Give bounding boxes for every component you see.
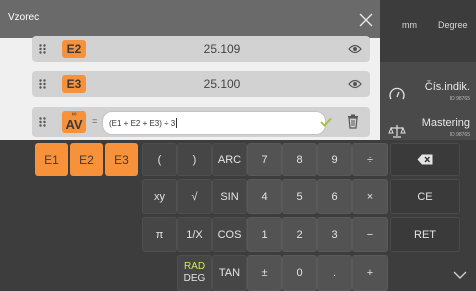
key-8[interactable]: 8	[282, 143, 317, 176]
feature-tag: E2	[62, 40, 86, 58]
formula-text: (E1 + E2 + E3) ÷ 3	[109, 119, 176, 128]
text-cursor	[176, 118, 178, 128]
eye-icon[interactable]	[348, 43, 362, 55]
key-7[interactable]: 7	[247, 143, 282, 176]
backspace-icon	[417, 154, 433, 165]
key-rad-deg[interactable]: RAD DEG	[177, 255, 212, 291]
calculator-keyboard: E1 E2 E3 ( ) ARC 7 8 9 ÷ xy √ SIN 4 5 6 …	[0, 140, 476, 291]
mastering-id: ID 98765	[449, 132, 470, 138]
units-bar: mm Degree	[380, 0, 476, 62]
drag-handle-icon[interactable]	[39, 79, 46, 89]
key-plus-minus[interactable]: ±	[247, 255, 282, 291]
feature-value: 25.109	[203, 42, 241, 56]
key-1[interactable]: 1	[247, 217, 282, 252]
feature-value: 25.100	[203, 77, 241, 91]
average-label: AV	[65, 117, 83, 132]
feature-tag: E3	[62, 75, 86, 93]
key-cos[interactable]: COS	[212, 217, 247, 252]
gauge-icon	[389, 87, 405, 100]
checkmark-icon[interactable]	[320, 117, 332, 127]
formula-input[interactable]: (E1 + E2 + E3) ÷ 3	[102, 111, 326, 135]
key-clear[interactable]: CE	[390, 179, 460, 214]
key-9[interactable]: 9	[317, 143, 352, 176]
mastering-label: Mastering	[421, 117, 470, 129]
formula-dialog: Vzorec E2 25.109 E3 25.100 ∞ AV = (E1 + …	[0, 0, 380, 140]
key-tan[interactable]: TAN	[212, 255, 247, 291]
key-plus[interactable]: +	[352, 255, 388, 291]
key-pi[interactable]: π	[142, 217, 177, 252]
key-3[interactable]: 3	[317, 217, 352, 252]
average-tag: ∞ AV	[62, 111, 86, 133]
key-e2[interactable]: E2	[70, 143, 103, 176]
unit-angle[interactable]: Degree	[438, 20, 468, 30]
key-return[interactable]: RET	[390, 217, 460, 252]
key-e1[interactable]: E1	[35, 143, 68, 176]
key-sqrt[interactable]: √	[177, 179, 212, 214]
equals-sign: =	[92, 116, 98, 126]
feature-row-e3[interactable]: E3 25.100	[32, 71, 370, 97]
key-arc[interactable]: ARC	[212, 143, 247, 176]
key-4[interactable]: 4	[247, 179, 282, 214]
key-backspace[interactable]	[390, 143, 460, 176]
deg-label: DEG	[183, 273, 206, 284]
key-minus[interactable]: −	[352, 217, 388, 252]
dialog-title: Vzorec	[8, 12, 40, 23]
key-divide[interactable]: ÷	[352, 143, 388, 176]
close-icon[interactable]	[358, 12, 374, 28]
key-open-paren[interactable]: (	[142, 143, 177, 176]
key-power[interactable]: xy	[142, 179, 177, 214]
key-6[interactable]: 6	[317, 179, 352, 214]
trash-icon[interactable]	[347, 114, 359, 129]
indicator-item[interactable]: Čís.indik. ID 98765	[380, 76, 476, 114]
unit-length[interactable]: mm	[402, 20, 417, 30]
drag-handle-icon[interactable]	[39, 117, 46, 127]
eye-icon[interactable]	[348, 78, 362, 90]
key-decimal[interactable]: .	[317, 255, 352, 291]
formula-row[interactable]: ∞ AV = (E1 + E2 + E3) ÷ 3	[32, 107, 370, 137]
indicator-id: ID 98765	[449, 96, 470, 102]
drag-handle-icon[interactable]	[39, 44, 46, 54]
key-5[interactable]: 5	[282, 179, 317, 214]
key-e3[interactable]: E3	[105, 143, 138, 176]
chevron-down-icon[interactable]	[453, 271, 467, 279]
key-sin[interactable]: SIN	[212, 179, 247, 214]
scale-icon	[388, 125, 406, 138]
dialog-header: Vzorec	[0, 0, 380, 38]
key-reciprocal[interactable]: 1/X	[177, 217, 212, 252]
indicator-label: Čís.indik.	[424, 81, 470, 93]
key-0[interactable]: 0	[282, 255, 317, 291]
key-multiply[interactable]: ×	[352, 179, 388, 214]
key-close-paren[interactable]: )	[177, 143, 212, 176]
rad-label: RAD	[183, 261, 206, 272]
key-2[interactable]: 2	[282, 217, 317, 252]
feature-row-e2[interactable]: E2 25.109	[32, 36, 370, 62]
